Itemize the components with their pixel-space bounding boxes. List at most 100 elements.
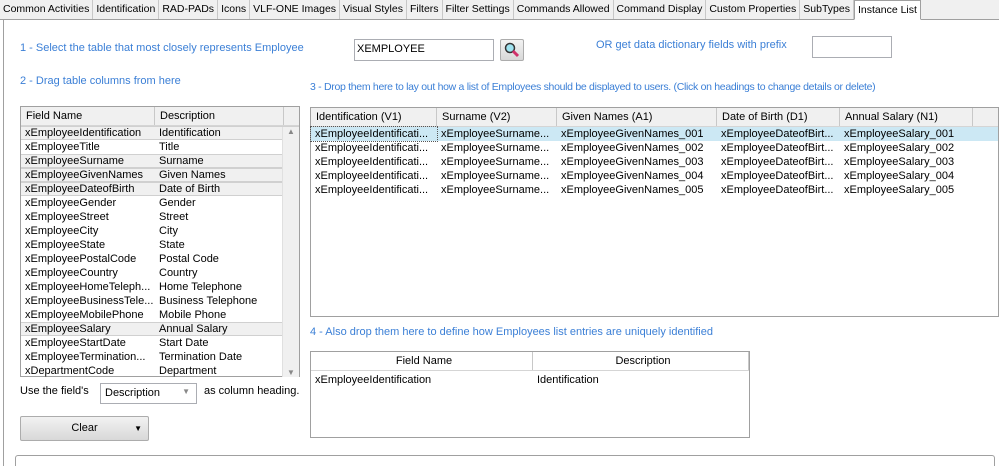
scroll-down-icon[interactable]: ▼ xyxy=(283,368,299,377)
list-column-header[interactable]: Annual Salary (N1) xyxy=(840,108,973,126)
list-cell: xEmployeeIdentificati... xyxy=(315,170,429,182)
list-row[interactable]: xEmployeeIdentificati... xEmployeeSurname… xyxy=(311,183,998,197)
field-description: Date of Birth xyxy=(159,183,221,195)
field-row[interactable]: xEmployeeGivenNames Given Names xyxy=(21,168,299,182)
column-header-description[interactable]: Description xyxy=(155,107,284,125)
list-row[interactable]: xEmployeeIdentificati... xEmployeeSurname… xyxy=(311,155,998,169)
list-cell: xEmployeeSalary_001 xyxy=(844,128,955,140)
key-fields-grid[interactable]: Field Name Description xEmployeeIdentific… xyxy=(310,351,750,438)
field-row[interactable]: xEmployeeStreet Street xyxy=(21,210,299,224)
field-row[interactable]: xDepartmentCode Department xyxy=(21,364,299,378)
tab-custom-properties[interactable]: Custom Properties xyxy=(706,0,801,19)
fields-grid[interactable]: Field Name Description xEmployeeIdentific… xyxy=(20,106,300,377)
field-row[interactable]: xEmployeeMobilePhone Mobile Phone xyxy=(21,308,299,322)
tab-rad-pads[interactable]: RAD-PADs xyxy=(159,0,219,19)
list-layout-grid[interactable]: Identification (V1) Surname (V2) Given Nam… xyxy=(310,107,999,317)
list-cell: xEmployeeDateofBirt... xyxy=(721,184,834,196)
heading-source-select[interactable]: Description ▼ xyxy=(100,383,197,404)
field-row[interactable]: xEmployeeSalary Annual Salary xyxy=(21,322,299,336)
list-cell: xEmployeeSurname... xyxy=(441,156,550,168)
clear-button-label: Clear xyxy=(71,422,98,434)
field-description: Title xyxy=(159,141,180,153)
step1-label: 1 - Select the table that most closely r… xyxy=(20,42,304,54)
list-column-header[interactable]: Identification (V1) xyxy=(311,108,437,126)
list-cell: xEmployeeGivenNames_005 xyxy=(561,184,704,196)
tab-commands-allowed[interactable]: Commands Allowed xyxy=(514,0,614,19)
table-name-input[interactable]: XEMPLOYEE xyxy=(354,39,494,61)
field-row[interactable]: xEmployeeSurname Surname xyxy=(21,154,299,168)
prefix-input[interactable] xyxy=(812,36,892,58)
dropdown-arrow-icon[interactable]: ▼ xyxy=(134,417,142,440)
list-column-header[interactable]: Surname (V2) xyxy=(437,108,557,126)
field-name: xEmployeeCity xyxy=(25,225,99,237)
column-header-field-name[interactable]: Field Name xyxy=(311,352,533,370)
field-name: xEmployeeBusinessTele... xyxy=(25,295,154,307)
list-row[interactable]: xEmployeeIdentificati... xEmployeeSurname… xyxy=(311,141,998,155)
field-row[interactable]: xEmployeeHomeTeleph... Home Telephone xyxy=(21,280,299,294)
tab-visual-styles[interactable]: Visual Styles xyxy=(340,0,407,19)
tab-instance-list[interactable]: Instance List xyxy=(853,0,921,20)
tab-vlf-one-images[interactable]: VLF-ONE Images xyxy=(250,0,341,19)
tab-common-activities[interactable]: Common Activities xyxy=(0,0,94,19)
list-cell: xEmployeeSalary_004 xyxy=(844,170,955,182)
field-row[interactable]: xEmployeeCity City xyxy=(21,224,299,238)
field-description: Given Names xyxy=(159,169,226,181)
column-header-field-name[interactable]: Field Name xyxy=(21,107,155,125)
list-cell: xEmployeeGivenNames_001 xyxy=(561,128,704,140)
search-table-button[interactable] xyxy=(500,39,524,61)
heading-option-suffix: as column heading. xyxy=(204,385,300,397)
field-name: xEmployeeTermination... xyxy=(25,351,146,363)
list-cell: xEmployeeIdentificati... xyxy=(315,184,429,196)
field-row[interactable]: xEmployeeBusinessTele... Business Telepho… xyxy=(21,294,299,308)
field-row[interactable]: xEmployeeStartDate Start Date xyxy=(21,336,299,350)
tab-filters[interactable]: Filters xyxy=(407,0,443,19)
field-name: xEmployeeCountry xyxy=(25,267,118,279)
list-cell: xEmployeeIdentificati... xyxy=(310,126,438,142)
field-row[interactable]: xEmployeeTitle Title xyxy=(21,140,299,154)
field-description: Home Telephone xyxy=(159,281,242,293)
field-row[interactable]: xEmployeeCountry Country xyxy=(21,266,299,280)
fields-scrollbar[interactable]: ▲ ▼ xyxy=(282,127,299,377)
clear-button[interactable]: Clear ▼ xyxy=(20,416,149,441)
key-row[interactable]: xEmployeeIdentification Identification xyxy=(311,371,749,389)
list-cell: xEmployeeGivenNames_002 xyxy=(561,142,704,154)
field-description: Street xyxy=(159,211,189,223)
field-description: Termination Date xyxy=(159,351,243,363)
list-row[interactable]: xEmployeeIdentificati... xEmployeeSurname… xyxy=(311,169,998,183)
heading-source-value: Description xyxy=(105,387,161,399)
field-name: xEmployeeSalary xyxy=(25,323,111,335)
field-name: xEmployeeHomeTeleph... xyxy=(25,281,151,293)
list-cell: xEmployeeSalary_005 xyxy=(844,184,955,196)
field-row[interactable]: xEmployeeState State xyxy=(21,238,299,252)
field-name: xEmployeePostalCode xyxy=(25,253,137,265)
field-name: xEmployeeDateofBirth xyxy=(25,183,135,195)
field-description: Gender xyxy=(159,197,196,209)
list-cell: xEmployeeSurname... xyxy=(441,184,550,196)
field-row[interactable]: xEmployeeTermination... Termination Date xyxy=(21,350,299,364)
list-cell: xEmployeeSalary_003 xyxy=(844,156,955,168)
list-cell: xEmployeeDateofBirt... xyxy=(721,128,834,140)
field-row[interactable]: xEmployeeIdentification Identification xyxy=(21,126,299,140)
field-name: xEmployeeStartDate xyxy=(25,337,126,349)
tab-filter-settings[interactable]: Filter Settings xyxy=(443,0,514,19)
tab-identification[interactable]: Identification xyxy=(93,0,160,19)
list-column-header[interactable]: Date of Birth (D1) xyxy=(717,108,840,126)
list-column-header[interactable]: Given Names (A1) xyxy=(557,108,717,126)
tab-icons[interactable]: Icons xyxy=(218,0,251,19)
scroll-up-icon[interactable]: ▲ xyxy=(283,127,299,136)
column-header-description[interactable]: Description xyxy=(533,352,749,370)
list-cell: xEmployeeSurname... xyxy=(441,128,550,140)
field-description: Surname xyxy=(159,155,204,167)
field-row[interactable]: xEmployeeDateofBirth Date of Birth xyxy=(21,182,299,196)
list-cell: xEmployeeDateofBirt... xyxy=(721,142,834,154)
tab-command-display[interactable]: Command Display xyxy=(614,0,707,19)
field-description: Country xyxy=(159,267,198,279)
list-cell: xEmployeeDateofBirt... xyxy=(721,156,834,168)
field-row[interactable]: xEmployeeGender Gender xyxy=(21,196,299,210)
field-row[interactable]: xEmployeePostalCode Postal Code xyxy=(21,252,299,266)
list-cell: xEmployeeIdentificati... xyxy=(315,156,429,168)
list-row[interactable]: xEmployeeIdentificati... xEmployeeSurname… xyxy=(310,126,998,142)
field-description: Postal Code xyxy=(159,253,219,265)
field-description: Business Telephone xyxy=(159,295,258,307)
tab-subtypes[interactable]: SubTypes xyxy=(800,0,854,19)
